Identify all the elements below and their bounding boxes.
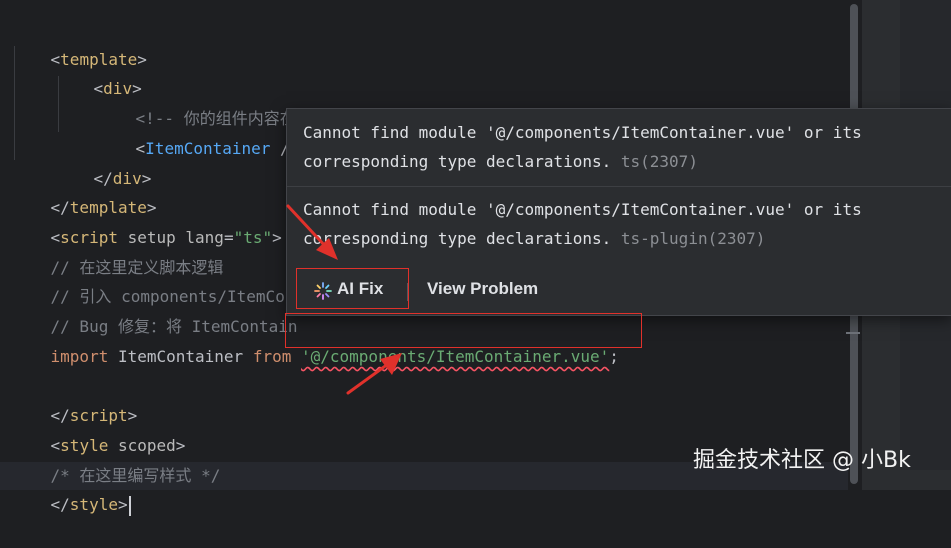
code-line-8[interactable]: // 在这里定义脚本逻辑 — [12, 224, 224, 277]
code-line-16[interactable]: </style> — [12, 461, 131, 516]
popup-actions: AI Fix View Problem — [287, 263, 951, 315]
bracket: > — [117, 495, 128, 514]
problem-popup: Cannot find module '@/components/ItemCon… — [286, 108, 951, 316]
code-line-14[interactable]: <style scoped> — [12, 402, 186, 455]
code-line-11[interactable]: import ItemContainer from '@/components/… — [12, 313, 619, 366]
equals: = — [223, 228, 234, 247]
bracket: > — [272, 228, 282, 247]
code-line-2[interactable]: <div> — [55, 45, 142, 98]
code-line-1[interactable]: <template> — [12, 16, 147, 69]
problem-message-1[interactable]: Cannot find module '@/components/ItemCon… — [303, 118, 862, 176]
watermark: 掘金技术社区 @ 小Bk — [693, 448, 911, 473]
code-line-15[interactable]: /* 在这里编写样式 */ — [12, 432, 221, 485]
bracket: </ — [50, 495, 70, 514]
code-line-5[interactable]: </div> — [55, 135, 152, 188]
divider — [287, 186, 951, 187]
scrollbar-error-marker — [846, 332, 860, 334]
code-line-4[interactable]: <ItemContainer /> — [97, 105, 300, 158]
semicolon: ; — [609, 347, 619, 366]
tag-name: style — [69, 495, 118, 514]
problem-message-2[interactable]: Cannot find module '@/components/ItemCon… — [303, 195, 862, 253]
ai-fix-button[interactable]: AI Fix — [301, 275, 393, 303]
action-divider — [407, 283, 408, 301]
code-line-6[interactable]: </template> — [12, 164, 157, 217]
text-caret — [128, 495, 131, 516]
code-line-3[interactable]: <!-- 你的组件内容在这里 --> — [97, 75, 367, 128]
code-line-7[interactable]: <script setup lang="ts"> — [12, 194, 282, 247]
keyword: import — [50, 347, 109, 366]
component-name: ItemContainer — [145, 139, 271, 158]
problem-code: ts(2307) — [611, 152, 698, 171]
problem-text: Cannot find module '@/components/ItemCon… — [303, 200, 862, 248]
problem-code: ts-plugin(2307) — [611, 229, 766, 248]
identifier: ItemContainer — [108, 347, 253, 366]
import-path-string[interactable]: '@/components/ItemContainer.vue' — [301, 347, 609, 366]
ai-fix-label: AI Fix — [337, 279, 384, 298]
view-problem-button[interactable]: View Problem — [427, 275, 538, 303]
code-line-13[interactable]: </script> — [12, 372, 138, 425]
problem-text: Cannot find module '@/components/ItemCon… — [303, 123, 862, 171]
attribute-value: "ts" — [233, 228, 273, 247]
code-line-9[interactable]: // 引入 components/ItemCont — [12, 253, 305, 306]
sparkle-icon — [314, 282, 332, 300]
code-line-10[interactable]: // Bug 修复：将 ItemContain — [12, 283, 298, 336]
keyword: from — [252, 347, 292, 366]
